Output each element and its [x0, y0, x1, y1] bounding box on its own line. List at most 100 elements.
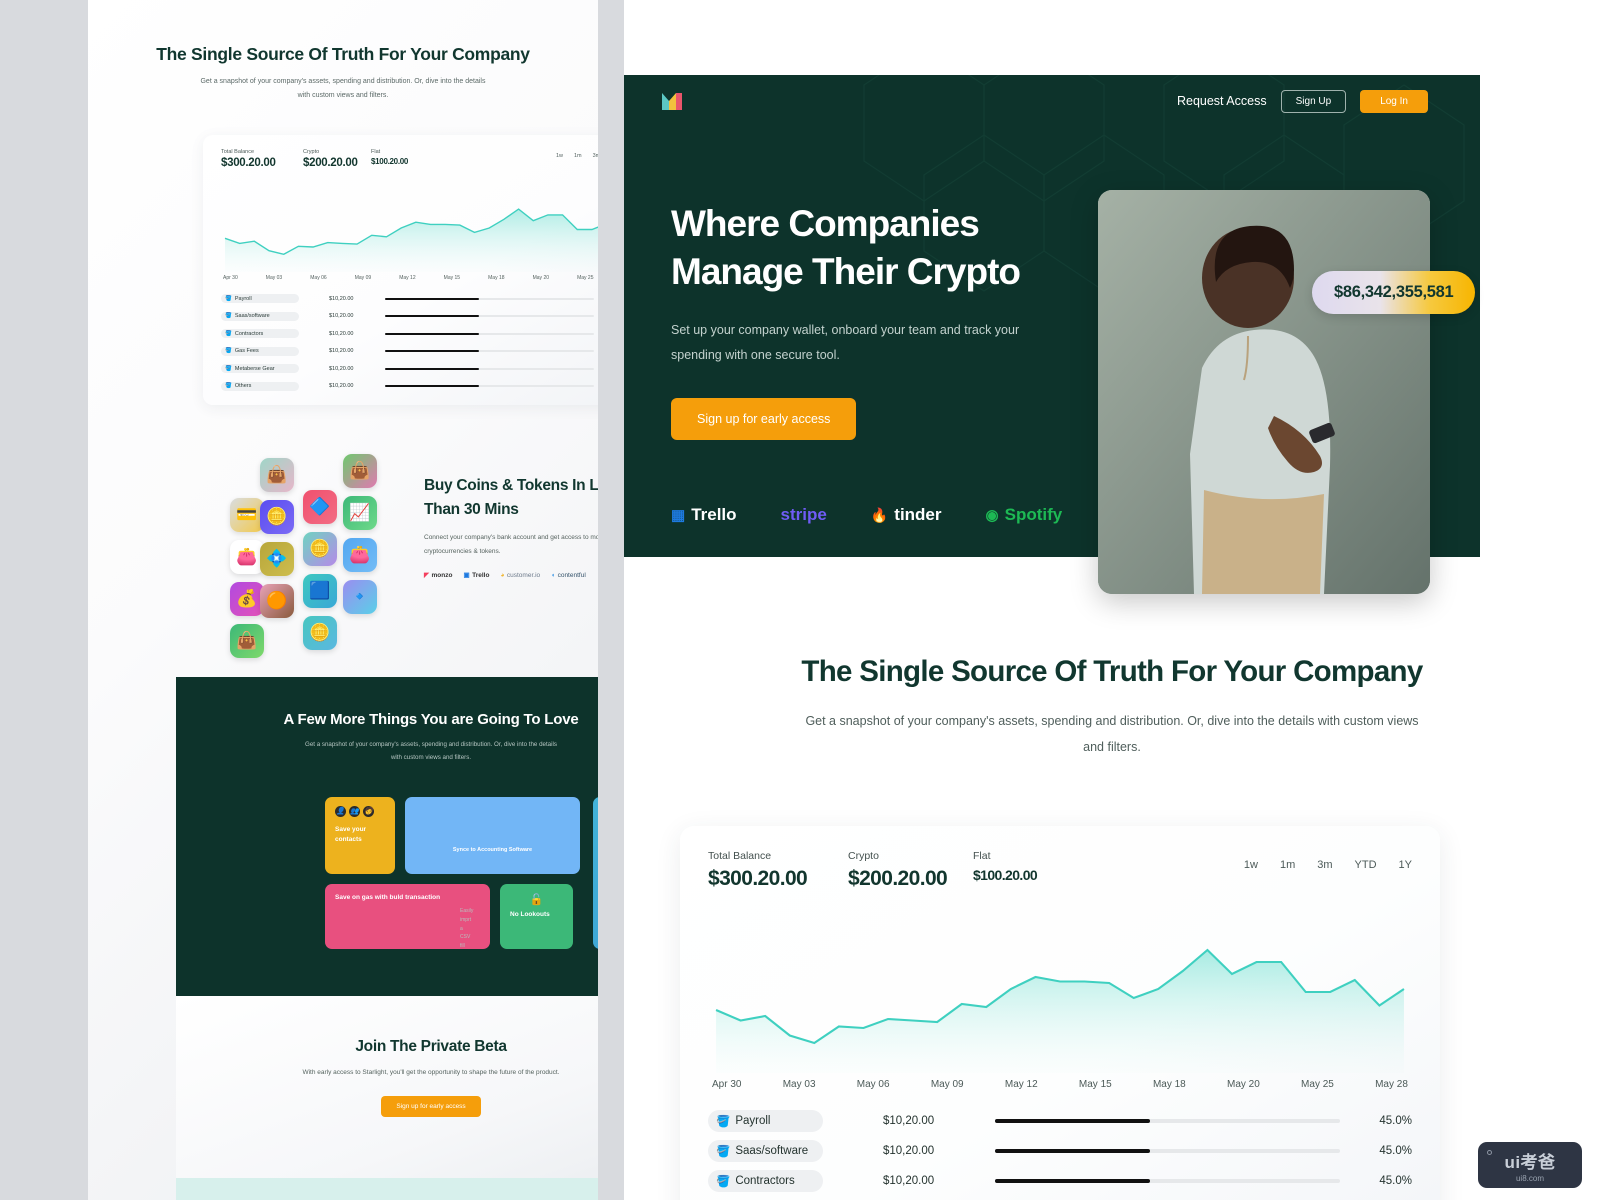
feature-card-sync[interactable]: Synce to Accounting Software [405, 797, 580, 874]
hero-title-line-2: Manage Their Crypto [671, 251, 1021, 293]
avatar: 👥 [349, 806, 360, 817]
range-1m[interactable]: 1m [1280, 859, 1295, 871]
left-coins-title: Buy Coins & Tokens In Less Than 30 Mins [424, 477, 598, 519]
watermark-dot-icon [1487, 1150, 1492, 1155]
expense-progress-bar [385, 332, 594, 335]
range-ytd[interactable]: YTD [1355, 859, 1377, 871]
coin-icon: 🔷 [303, 490, 337, 524]
expense-amount: $10,20.00 [329, 330, 354, 337]
hero-content: Where Companies Manage Their Crypto Set … [671, 200, 1101, 441]
brand-contentful: ◖ contentful [551, 572, 586, 579]
left-range-3m[interactable]: 3m [593, 153, 598, 169]
table-row[interactable]: 🪣Others$10,20.0045.0% [221, 378, 598, 396]
coin-icon: 🪙 [303, 532, 337, 566]
axis-tick: May 28 [1375, 1079, 1408, 1090]
coin-icon: 📈 [343, 496, 377, 530]
feature-card-lockouts[interactable]: 🔓 No Lookouts Built-in recovery to preve… [500, 884, 573, 949]
hero-subtitle: Set up your company wallet, onboard your… [671, 323, 1020, 363]
sign-up-button[interactable]: Sign Up [1280, 89, 1347, 113]
left-stat-label: Total Balance [221, 149, 255, 155]
bucket-icon: 🪣 [225, 383, 232, 390]
left-range-1w[interactable]: 1w [556, 153, 563, 169]
bucket-icon: 🪣 [716, 1176, 731, 1188]
left-beta-footer-strip [176, 1178, 598, 1200]
stat-label: Flat [973, 850, 991, 862]
table-row[interactable]: 🪣Saas/software$10,20.0045.0% [221, 308, 598, 326]
feature-card-title: No Lookouts [510, 911, 550, 918]
coin-icon: 👜 [230, 624, 264, 658]
bucket-icon: 🪣 [225, 295, 232, 302]
trello-icon: ▣ [463, 572, 470, 580]
coin-icon: 👜 [343, 454, 377, 488]
expense-progress-bar [385, 367, 594, 370]
bucket-icon: 🪣 [225, 313, 232, 320]
feature-card-title: Save on gas with buld transaction [335, 894, 441, 901]
table-row[interactable]: 🪣Contractors$10,20.0045.0% [221, 325, 598, 343]
expense-label: Saas/software [234, 313, 270, 320]
range-1y[interactable]: 1Y [1399, 859, 1412, 871]
coin-icon: 🟦 [303, 574, 337, 608]
watermark-line-2: ui8.com [1515, 1173, 1544, 1183]
main-stats-row: Total Balance $300.20.00 Crypto $200.20.… [708, 850, 1412, 891]
hero-cta-button[interactable]: Sign up for early access [671, 398, 857, 441]
table-row[interactable]: 🪣Saas/software$10,20.0045.0% [708, 1136, 1412, 1166]
nav-request-access-link[interactable]: Request Access [1177, 94, 1267, 108]
expense-percent: 45.0% [1379, 1115, 1412, 1127]
coin-icon: 🪙 [303, 616, 337, 650]
contentful-icon: ◖ [551, 571, 556, 579]
brand-customerio: ◕ customer.io [500, 572, 540, 579]
main-dashboard-card: Total Balance $300.20.00 Crypto $200.20.… [680, 826, 1440, 1200]
brand-trello: ▣ Trello [463, 571, 490, 580]
table-row[interactable]: 🪣Contractors$10,20.0045.0% [708, 1166, 1412, 1196]
left-beta-cta-button[interactable]: Sign up for early access [381, 1095, 481, 1117]
left-truth-title: The Single Source Of Truth For Your Comp… [156, 44, 530, 64]
brand-logo-icon[interactable] [660, 90, 686, 112]
logo-spotify: ◉ Spotify [986, 505, 1063, 525]
expense-amount: $10,20.00 [329, 383, 354, 390]
left-range-selector[interactable]: 1w 1m 3m YTD 1Y [556, 149, 598, 169]
feature-card-caption: Synce to Accounting Software [452, 847, 533, 853]
table-row[interactable]: 🪣Gas Fees$10,20.0045.0% [221, 343, 598, 361]
expense-amount: $10,20.00 [329, 295, 354, 302]
brand-label: Trello [472, 571, 490, 579]
avatar: 🧑 [363, 806, 374, 817]
axis-tick: May 20 [1227, 1079, 1260, 1090]
range-1w[interactable]: 1w [1244, 859, 1258, 871]
feature-card-gas[interactable]: Save on gas with buld transaction Easily… [325, 884, 490, 949]
range-3m[interactable]: 3m [1317, 859, 1332, 871]
coin-icon: 👛 [230, 540, 264, 574]
avatar-group: 👤 👥 🧑 [335, 806, 385, 817]
coin-icon: 👜 [260, 458, 294, 492]
feature-card-budget[interactable]: Streamline Budgeting and Expenses Manage… [593, 797, 598, 949]
left-chart-axis: Apr 30 May 03 May 06 May 09 May 12 May 1… [221, 275, 598, 281]
logo-label: stripe [780, 505, 827, 524]
expense-progress-bar [995, 1149, 1340, 1153]
expense-percent: 45.0% [1379, 1145, 1412, 1157]
expense-percent: 45.0% [1379, 1175, 1412, 1187]
left-area-chart [221, 177, 598, 272]
expense-label: Metaberse Gear [234, 365, 275, 372]
stat-value: $100.20.00 [973, 867, 1038, 883]
feature-card-contacts[interactable]: 👤 👥 🧑 Save your contacts Bild a list of … [325, 797, 395, 874]
left-stat-label: Crypto [303, 149, 320, 155]
coin-icon: 💰 [230, 582, 264, 616]
left-features-title: A Few More Things You are Going To Love [283, 711, 579, 728]
expense-label: Saas/software [735, 1145, 809, 1157]
expense-label: Payroll [234, 295, 252, 302]
table-row[interactable]: 🪣Payroll$10,20.0045.0% [221, 290, 598, 308]
logo-label: tinder [894, 505, 942, 524]
left-range-1m[interactable]: 1m [574, 153, 582, 169]
left-truth-subtitle: Get a snapshot of your company's assets,… [200, 78, 486, 99]
hero-photo-illustration [1098, 190, 1430, 594]
coin-icon: 💠 [260, 542, 294, 576]
axis-tick: May 15 [443, 275, 461, 281]
table-row[interactable]: 🪣Metaberse Gear$10,20.0045.0% [221, 360, 598, 378]
table-row[interactable]: 🪣Payroll$10,20.0045.0% [708, 1106, 1412, 1136]
main-range-selector[interactable]: 1w 1m 3m YTD 1Y [1244, 850, 1412, 871]
page-root: The Single Source Of Truth For Your Comp… [0, 0, 1600, 1200]
monzo-icon: ◤ [424, 572, 429, 580]
expense-label: Payroll [735, 1115, 771, 1127]
log-in-button[interactable]: Log In [1360, 89, 1428, 113]
left-stat-total-balance: Total Balance $300.20.00 [221, 149, 303, 169]
stat-value: $300.20.00 [708, 867, 808, 890]
